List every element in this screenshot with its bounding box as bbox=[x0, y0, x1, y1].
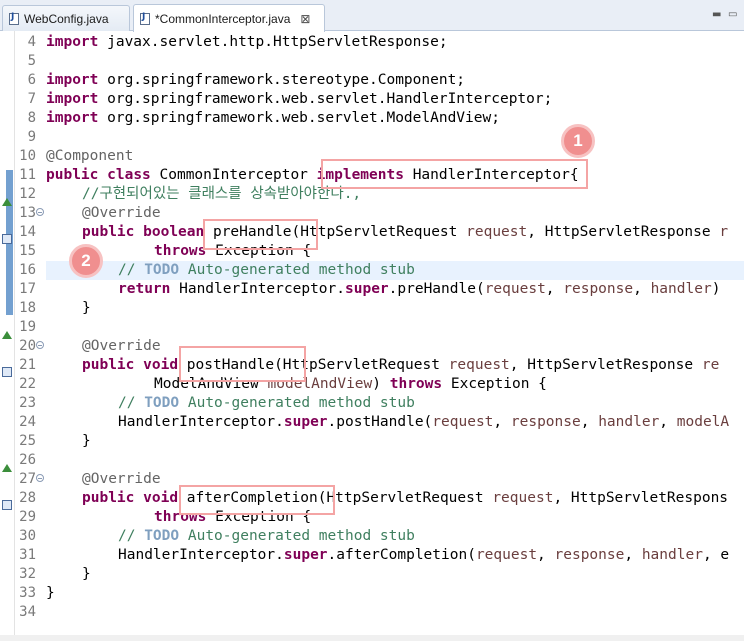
minimize-icon[interactable]: ▬ bbox=[712, 9, 721, 20]
highlight-box-aftercompletion bbox=[179, 485, 335, 515]
line-number: 11 bbox=[19, 167, 36, 183]
code-line-17: return HandlerInterceptor.super.preHandl… bbox=[118, 281, 721, 297]
quick-fix-icon[interactable] bbox=[2, 500, 12, 510]
maximize-icon[interactable]: ▭ bbox=[728, 9, 737, 20]
code-line-18: } bbox=[82, 300, 91, 316]
fold-toggle-icon[interactable] bbox=[36, 341, 44, 349]
highlight-box-implements bbox=[321, 159, 588, 189]
line-number: 9 bbox=[27, 129, 36, 145]
java-file-icon bbox=[9, 12, 19, 25]
code-line-13: @Override bbox=[82, 205, 161, 221]
line-number: 23 bbox=[19, 395, 36, 411]
code-line-27: @Override bbox=[82, 471, 161, 487]
code-line-25: } bbox=[82, 433, 91, 449]
line-number: 8 bbox=[27, 110, 36, 126]
quick-fix-icon[interactable] bbox=[2, 234, 12, 244]
code-line-10: @Component bbox=[46, 148, 134, 164]
line-number: 26 bbox=[19, 452, 36, 468]
code-line-7: import org.springframework.web.servlet.H… bbox=[46, 91, 553, 107]
tab-commoninterceptor[interactable]: *CommonInterceptor.java ⊠ bbox=[133, 4, 325, 32]
tab-label: WebConfig.java bbox=[24, 11, 109, 26]
override-marker-icon[interactable] bbox=[2, 464, 12, 472]
line-number: 7 bbox=[27, 91, 36, 107]
line-number: 5 bbox=[27, 53, 36, 69]
tab-webconfig[interactable]: WebConfig.java bbox=[2, 5, 130, 31]
close-icon[interactable]: ⊠ bbox=[300, 12, 310, 26]
code-line-23: // TODO Auto-generated method stub bbox=[118, 395, 415, 411]
line-number: 12 bbox=[19, 186, 36, 202]
line-number: 32 bbox=[19, 566, 36, 582]
tab-label: *CommonInterceptor.java bbox=[155, 11, 291, 26]
code-line-30: // TODO Auto-generated method stub bbox=[118, 528, 415, 544]
line-number: 18 bbox=[19, 300, 36, 316]
code-line-21: public void postHandle(HttpServletReques… bbox=[82, 357, 720, 373]
code-line-32: } bbox=[82, 566, 91, 582]
line-number: 16 bbox=[19, 262, 36, 278]
line-number: 27 bbox=[19, 471, 36, 487]
line-number: 21 bbox=[19, 357, 36, 373]
line-number: 6 bbox=[27, 72, 36, 88]
annotation-badge-1: 1 bbox=[561, 124, 595, 158]
override-marker-icon[interactable] bbox=[2, 198, 12, 206]
line-number: 33 bbox=[19, 585, 36, 601]
quick-fix-icon[interactable] bbox=[2, 367, 12, 377]
line-number: 29 bbox=[19, 509, 36, 525]
editor-tab-bar: WebConfig.java *CommonInterceptor.java ⊠… bbox=[0, 0, 744, 32]
line-number: 19 bbox=[19, 319, 36, 335]
horizontal-scrollbar[interactable] bbox=[0, 635, 744, 641]
fold-toggle-icon[interactable] bbox=[36, 208, 44, 216]
code-line-31: HandlerInterceptor.super.afterCompletion… bbox=[118, 547, 730, 563]
line-number: 20 bbox=[19, 338, 36, 354]
highlight-box-posthandle bbox=[179, 346, 306, 382]
code-line-14: public boolean preHandle(HttpServletRequ… bbox=[82, 224, 729, 240]
override-marker-icon[interactable] bbox=[2, 331, 12, 339]
line-number: 25 bbox=[19, 433, 36, 449]
line-number: 13 bbox=[19, 205, 36, 221]
line-number: 10 bbox=[19, 148, 36, 164]
code-line-24: HandlerInterceptor.super.postHandle(requ… bbox=[118, 414, 730, 430]
line-number: 14 bbox=[19, 224, 36, 240]
code-line-16: // TODO Auto-generated method stub bbox=[118, 262, 415, 278]
line-number: 15 bbox=[19, 243, 36, 259]
code-line-12: //구현되어있는 클래스를 상속받아야한다., bbox=[82, 186, 362, 202]
code-editor[interactable]: import javax.servlet.http.HttpServletRes… bbox=[46, 31, 744, 635]
annotation-badge-2: 2 bbox=[69, 244, 103, 278]
line-number: 17 bbox=[19, 281, 36, 297]
code-line-8: import org.springframework.web.servlet.M… bbox=[46, 110, 500, 126]
code-line-4: import javax.servlet.http.HttpServletRes… bbox=[46, 34, 448, 50]
line-number: 31 bbox=[19, 547, 36, 563]
highlight-box-prehandle bbox=[203, 219, 318, 250]
line-number: 4 bbox=[27, 34, 36, 50]
line-number: 28 bbox=[19, 490, 36, 506]
java-file-icon bbox=[140, 12, 150, 25]
line-number: 24 bbox=[19, 414, 36, 430]
fold-toggle-icon[interactable] bbox=[36, 474, 44, 482]
code-line-20: @Override bbox=[82, 338, 161, 354]
line-number: 22 bbox=[19, 376, 36, 392]
code-line-6: import org.springframework.stereotype.Co… bbox=[46, 72, 466, 88]
line-number: 34 bbox=[19, 604, 36, 620]
line-number: 30 bbox=[19, 528, 36, 544]
code-line-33: } bbox=[46, 585, 55, 601]
